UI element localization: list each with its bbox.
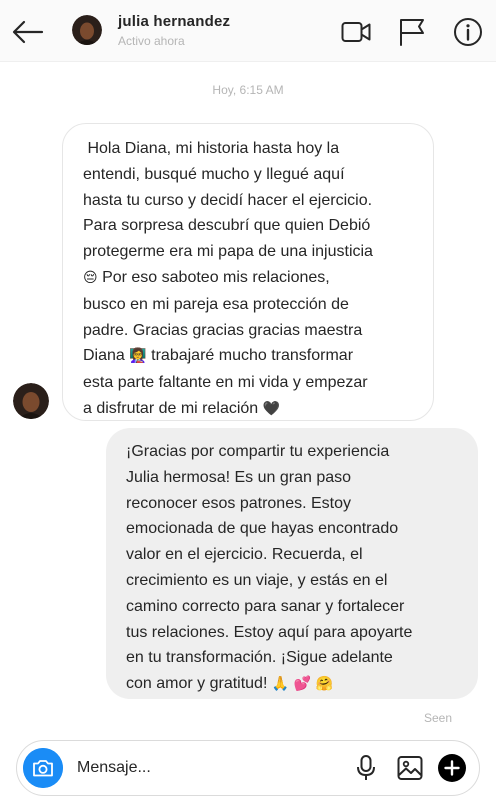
message-line: 😔 Por eso saboteo mis relaciones, xyxy=(83,265,415,292)
message-line: camino correcto para sanar y fortalecer xyxy=(126,597,405,615)
message-line: crecimiento es un viaje, y estás en el xyxy=(126,571,388,589)
message-line: hasta tu curso y decidí hacer el ejercic… xyxy=(83,191,373,209)
message-line: emocionada de que hayas encontrado xyxy=(126,520,399,538)
outgoing-message-bubble[interactable]: ¡Gracias por compartir tu experiencia Ju… xyxy=(106,428,478,699)
flag-icon[interactable] xyxy=(396,16,428,48)
message-line: tus relaciones. Estoy aquí para apoyarte xyxy=(126,623,413,641)
message-line-text: con amor y gratitud! xyxy=(126,675,268,693)
message-line: padre. Gracias gracias gracias maestra xyxy=(83,321,363,339)
teacher-emoji: 👩‍🏫 xyxy=(129,348,147,365)
message-line: esta parte faltante en mi vida y empezar xyxy=(83,374,368,392)
message-input[interactable] xyxy=(77,755,337,781)
message-line-text: a disfrutar de mi relación xyxy=(83,399,259,417)
black-heart-emoji: 🖤 xyxy=(262,400,281,417)
message-line: Julia hermosa! Es un gran paso xyxy=(126,468,352,486)
video-call-icon[interactable] xyxy=(340,16,372,48)
back-arrow-icon[interactable] xyxy=(10,16,46,48)
sender-avatar[interactable] xyxy=(13,383,49,419)
add-icon[interactable] xyxy=(437,753,467,783)
incoming-message-bubble[interactable]: Hola Diana, mi historia hasta hoy la ent… xyxy=(62,123,434,421)
message-line: a disfrutar de mi relación 🖤 xyxy=(83,396,415,423)
message-line-text: Por eso saboteo mis relaciones, xyxy=(102,268,330,286)
message-line: valor en el ejercicio. Recuerda, el xyxy=(126,546,363,564)
message-line: ¡Gracias por compartir tu experiencia xyxy=(126,443,390,460)
message-line: Hola Diana, mi historia hasta hoy la xyxy=(83,140,340,157)
message-line-text: trabajaré mucho transformar xyxy=(151,347,354,365)
message-line: reconocer esos patrones. Estoy xyxy=(126,494,352,512)
message-line: con amor y gratitud! 🙏 💕 🤗 xyxy=(126,671,462,698)
praying-hands-emoji: 🙏 xyxy=(271,676,290,693)
chat-header: julia hernandez Activo ahora xyxy=(0,0,496,62)
pensive-face-emoji: 😔 xyxy=(83,269,98,286)
message-timestamp: Hoy, 6:15 AM xyxy=(212,83,284,97)
seen-indicator: Seen xyxy=(424,711,453,725)
image-icon[interactable] xyxy=(395,753,425,783)
message-composer xyxy=(16,740,480,796)
message-line: en tu transformación. ¡Sigue adelante xyxy=(126,649,393,667)
contact-avatar[interactable] xyxy=(72,15,102,45)
two-hearts-emoji: 💕 xyxy=(293,676,312,693)
contact-status: Activo ahora xyxy=(118,34,185,48)
message-line: Para sorpresa descubrí que quien Debió xyxy=(83,217,371,235)
camera-icon[interactable] xyxy=(23,748,63,788)
message-line: Diana 👩‍🏫 trabajaré mucho transformar xyxy=(83,343,415,370)
contact-name[interactable]: julia hernandez xyxy=(118,13,230,30)
message-line-text: Diana xyxy=(83,347,125,365)
microphone-icon[interactable] xyxy=(351,753,381,783)
message-line: protegerme era mi papa de una injusticia xyxy=(83,243,373,261)
hugging-face-emoji: 🤗 xyxy=(315,676,334,693)
message-line: busco en mi pareja esa protección de xyxy=(83,295,349,313)
message-line: entendi, busqué mucho y llegué aquí xyxy=(83,165,345,183)
info-icon[interactable] xyxy=(452,16,484,48)
